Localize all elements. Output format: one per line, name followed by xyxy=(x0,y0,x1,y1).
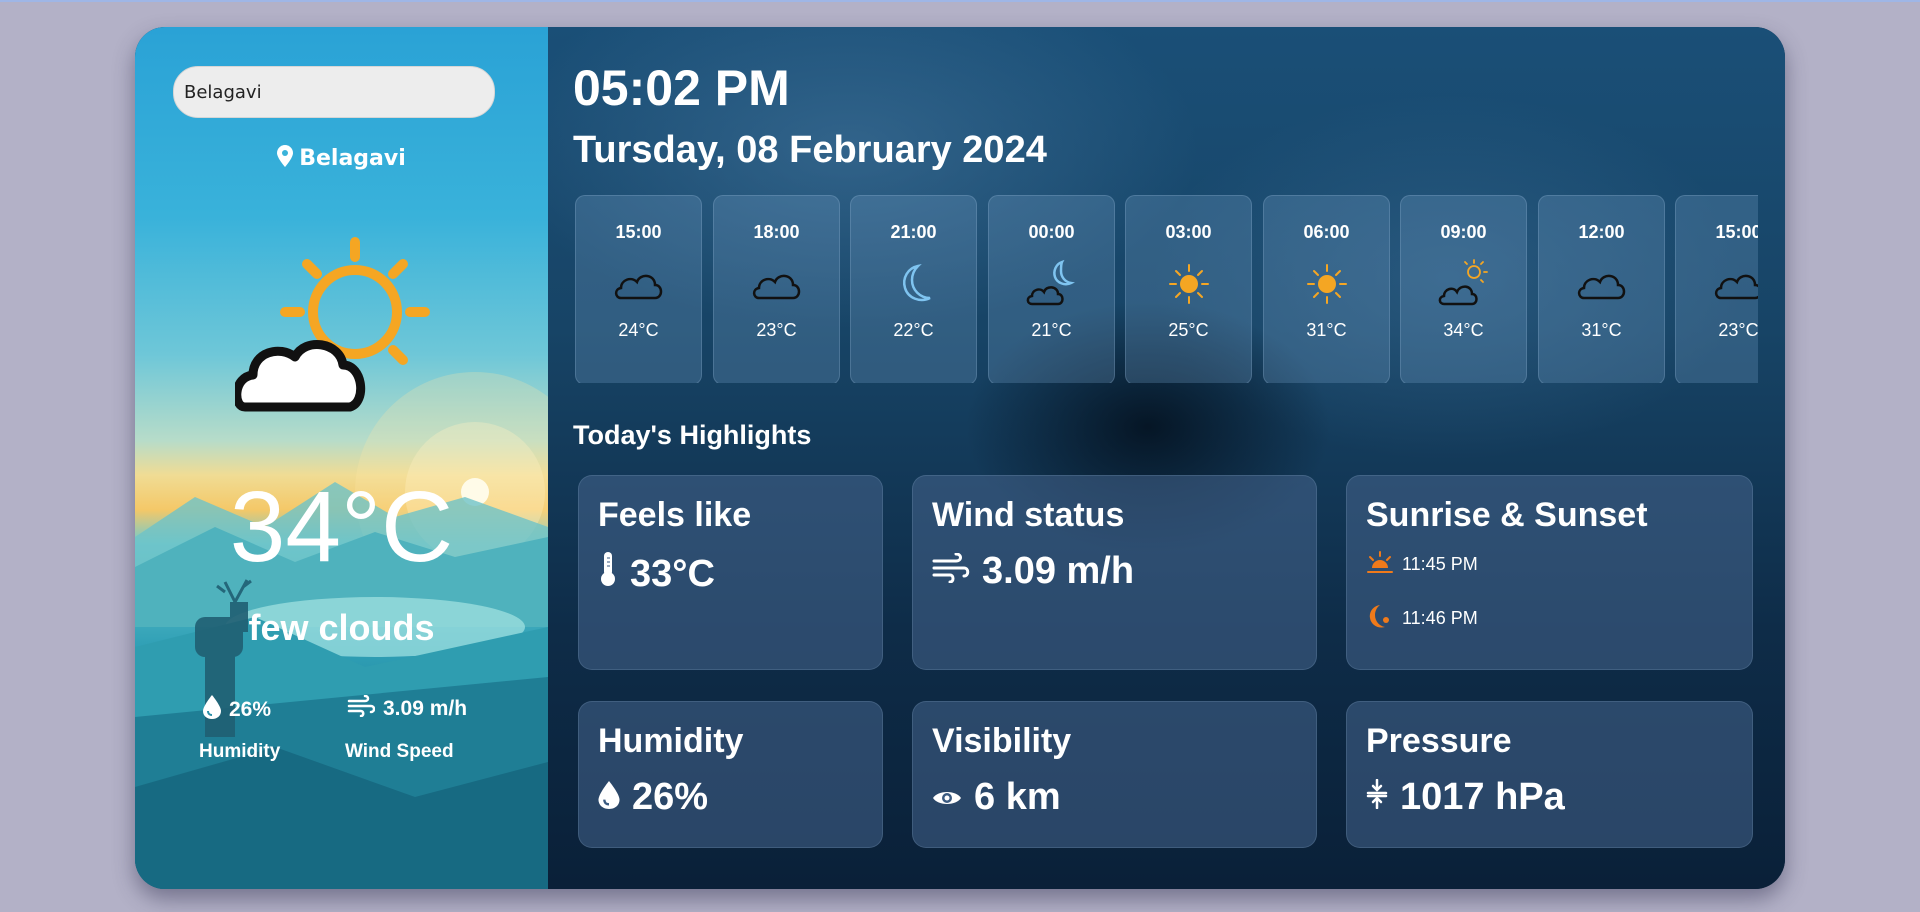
hourly-card: 00:00 21°C xyxy=(988,195,1115,383)
wind-stat: 3.09 m/h xyxy=(347,694,468,723)
location-name: Belagavi xyxy=(299,146,406,171)
sun-icon xyxy=(1301,258,1353,310)
current-time: 05:02 PM xyxy=(573,60,790,116)
visibility-value: 6 km xyxy=(974,776,1061,818)
hourly-temp: 21°C xyxy=(1031,320,1072,340)
wind-status-value: 3.09 m/h xyxy=(982,550,1135,592)
eye-icon xyxy=(932,776,962,819)
feels-like-label: Feels like xyxy=(598,496,752,534)
moon-icon xyxy=(888,258,940,310)
hourly-card: 15:00 24°C xyxy=(575,195,702,383)
hourly-card: 03:00 25°C xyxy=(1125,195,1252,383)
humidity-value-row: 26% xyxy=(598,776,708,819)
cloud-icon xyxy=(613,258,665,310)
thermometer-icon xyxy=(598,550,618,598)
weather-app: Belagavi 34°C few clouds xyxy=(135,27,1785,889)
hourly-card: 12:00 31°C xyxy=(1538,195,1665,383)
hourly-forecast-strip[interactable]: 15:00 24°C 18:00 23°C 21:00 22°C 00:00 2… xyxy=(575,195,1758,383)
water-drop-icon xyxy=(598,776,620,819)
hourly-temp: 23°C xyxy=(1718,320,1758,340)
wind-icon xyxy=(932,550,970,593)
pressure-label: Pressure xyxy=(1366,722,1512,760)
current-weather-panel: Belagavi 34°C few clouds xyxy=(135,27,548,889)
hourly-time: 06:00 xyxy=(1303,222,1350,242)
city-search-input[interactable] xyxy=(173,66,495,118)
cloud-sun-icon xyxy=(1438,258,1490,310)
feels-like-value-row: 33°C xyxy=(598,550,715,598)
sunrise-sunset-label: Sunrise & Sunset xyxy=(1366,496,1648,534)
sunrise-icon xyxy=(1366,550,1394,579)
visibility-card: Visibility 6 km xyxy=(912,701,1317,848)
feels-like-card: Feels like 33°C xyxy=(578,475,883,670)
visibility-label: Visibility xyxy=(932,722,1072,760)
humidity-value: 26% xyxy=(632,776,709,818)
hourly-temp: 34°C xyxy=(1443,320,1484,340)
sunrise-time: 11:45 PM xyxy=(1402,554,1478,574)
moon-set-icon xyxy=(1366,602,1394,635)
sunset-time: 11:46 PM xyxy=(1402,608,1478,628)
hourly-temp: 22°C xyxy=(893,320,934,340)
sunset-row: 11:46 PM xyxy=(1366,602,1478,635)
highlights-title: Today's Highlights xyxy=(573,420,812,450)
cloud-icon xyxy=(1713,258,1758,310)
hourly-card: 09:00 34°C xyxy=(1400,195,1527,383)
hourly-time: 18:00 xyxy=(753,222,800,242)
sun-behind-cloud-icon xyxy=(232,237,435,441)
hourly-time: 09:00 xyxy=(1440,222,1487,242)
wind-icon xyxy=(347,694,376,723)
top-accent-line xyxy=(0,0,1920,2)
water-drop-icon xyxy=(203,695,221,725)
visibility-value-row: 6 km xyxy=(932,776,1061,819)
hourly-time: 03:00 xyxy=(1165,222,1212,242)
pressure-card: Pressure 1017 hPa xyxy=(1346,701,1753,848)
hourly-temp: 25°C xyxy=(1168,320,1209,340)
humidity-stat: 26% xyxy=(203,695,271,725)
humidity-card: Humidity 26% xyxy=(578,701,883,848)
cloud-icon xyxy=(1576,258,1628,310)
sunrise-row: 11:45 PM xyxy=(1366,550,1478,579)
pressure-value-row: 1017 hPa xyxy=(1366,776,1565,819)
compress-arrows-icon xyxy=(1366,776,1388,819)
hourly-time: 15:00 xyxy=(1715,222,1758,242)
hourly-card: 06:00 31°C xyxy=(1263,195,1390,383)
hourly-time: 21:00 xyxy=(890,222,937,242)
hourly-card: 15:00 23°C xyxy=(1675,195,1758,383)
location-pin-icon xyxy=(277,145,294,173)
forecast-panel: 05:02 PM Tursday, 08 February 2024 15:00… xyxy=(548,27,1785,889)
hourly-time: 15:00 xyxy=(615,222,662,242)
hourly-temp: 31°C xyxy=(1306,320,1347,340)
weather-condition: few clouds xyxy=(248,607,435,648)
wind-status-value-row: 3.09 m/h xyxy=(932,550,1134,593)
humidity-label: Humidity xyxy=(598,722,744,760)
wind-speed-label: Wind Speed xyxy=(345,741,454,762)
hourly-card: 21:00 22°C xyxy=(850,195,977,383)
pressure-value: 1017 hPa xyxy=(1400,776,1565,818)
humidity-value: 26% xyxy=(229,698,272,721)
hourly-card: 18:00 23°C xyxy=(713,195,840,383)
sun-icon xyxy=(1163,258,1215,310)
humidity-label: Humidity xyxy=(199,741,281,762)
hourly-temp: 31°C xyxy=(1581,320,1622,340)
wind-speed-value: 3.09 m/h xyxy=(383,697,468,720)
hourly-temp: 24°C xyxy=(618,320,659,340)
sunrise-sunset-card: Sunrise & Sunset 11:45 PM 11:46 PM xyxy=(1346,475,1753,670)
current-temperature: 34°C xyxy=(229,471,454,583)
cloud-moon-icon xyxy=(1026,258,1078,310)
feels-like-value: 33°C xyxy=(630,552,715,595)
hourly-temp: 23°C xyxy=(756,320,797,340)
wind-status-label: Wind status xyxy=(932,496,1125,534)
hourly-time: 12:00 xyxy=(1578,222,1625,242)
wind-status-card: Wind status 3.09 m/h xyxy=(912,475,1317,670)
location-label: Belagavi xyxy=(135,145,548,173)
current-date: Tursday, 08 February 2024 xyxy=(573,129,1047,171)
cloud-icon xyxy=(751,258,803,310)
hourly-time: 00:00 xyxy=(1028,222,1075,242)
